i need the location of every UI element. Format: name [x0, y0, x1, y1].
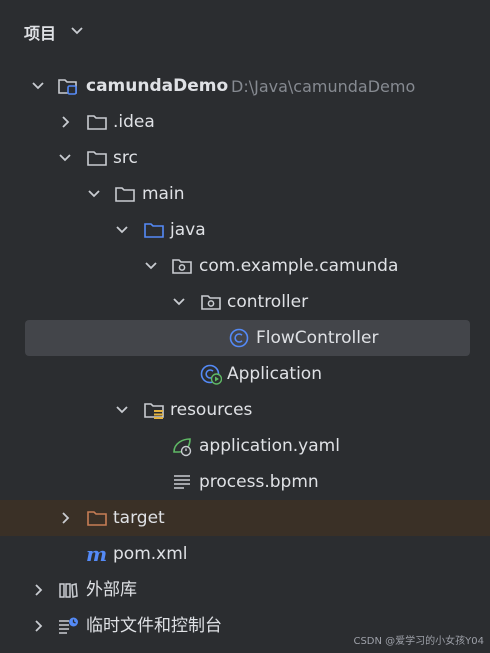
item-label: 外部库 [86, 580, 137, 600]
spring-boot-class-icon [200, 364, 222, 385]
chevron-down-icon[interactable] [115, 223, 129, 237]
maven-icon: m [86, 543, 107, 565]
module-folder-icon [58, 79, 77, 95]
scratches-icon [59, 617, 78, 634]
chevron-down-icon[interactable] [172, 295, 186, 309]
chevron-right-icon[interactable] [58, 115, 72, 129]
tree-item-idea[interactable]: .idea [0, 104, 490, 140]
tree-item-application-yaml[interactable]: application.yaml [0, 428, 490, 464]
chevron-down-icon[interactable] [58, 151, 72, 165]
item-label: application.yaml [199, 436, 340, 456]
java-class-icon [229, 328, 249, 348]
tree-item-controller[interactable]: controller [0, 284, 490, 320]
item-label: Application [227, 364, 322, 384]
item-label: target [113, 508, 165, 528]
item-label: 临时文件和控制台 [86, 616, 222, 636]
tree-item-java[interactable]: java [0, 212, 490, 248]
tree-item-target[interactable]: target [0, 500, 490, 536]
item-label: process.bpmn [199, 472, 319, 492]
tree-item-application[interactable]: Application [0, 356, 490, 392]
item-label: com.example.camunda [199, 256, 399, 276]
chevron-down-icon[interactable] [144, 259, 158, 273]
project-panel-header: 项目 [0, 0, 490, 62]
text-file-icon [174, 475, 190, 489]
item-label: java [170, 220, 206, 240]
watermark: CSDN @爱学习的小女孩Y04 [353, 636, 484, 647]
folder-icon [87, 115, 107, 130]
folder-icon [87, 151, 107, 166]
chevron-down-icon[interactable] [31, 79, 45, 93]
tree-item-process-bpmn[interactable]: process.bpmn [0, 464, 490, 500]
chevron-right-icon[interactable] [31, 619, 45, 633]
tree-item-src[interactable]: src [0, 140, 490, 176]
folder-icon [115, 187, 135, 202]
item-label: resources [170, 400, 253, 420]
svg-text:m: m [86, 543, 107, 565]
resources-folder-icon [144, 403, 164, 419]
item-label: controller [227, 292, 309, 312]
tree-item-pom[interactable]: m pom.xml [0, 536, 490, 572]
item-label: .idea [113, 112, 155, 132]
tree-item-flow-controller[interactable]: FlowController [25, 320, 470, 356]
chevron-down-icon[interactable] [70, 25, 84, 37]
tree-item-package[interactable]: com.example.camunda [0, 248, 490, 284]
item-label: FlowController [256, 328, 379, 348]
item-label: pom.xml [113, 544, 188, 564]
chevron-right-icon[interactable] [31, 583, 45, 597]
package-icon [201, 295, 221, 310]
item-label: main [142, 184, 185, 204]
tree-item-resources[interactable]: resources [0, 392, 490, 428]
package-icon [172, 259, 192, 274]
panel-title[interactable]: 项目 [24, 20, 56, 44]
library-icon [59, 583, 78, 598]
tree-item-main[interactable]: main [0, 176, 490, 212]
root-name: camundaDemo [86, 76, 229, 96]
chevron-down-icon[interactable] [115, 403, 129, 417]
excluded-folder-icon [87, 511, 107, 526]
spring-config-icon [173, 438, 192, 457]
chevron-right-icon[interactable] [58, 511, 72, 525]
item-label: src [113, 148, 138, 168]
tree-item-external-libraries[interactable]: 外部库 [0, 572, 490, 608]
root-path: D:\Java\camundaDemo [231, 77, 416, 96]
source-folder-icon [144, 223, 164, 238]
chevron-down-icon[interactable] [87, 187, 101, 201]
tree-item-root[interactable]: camundaDemo D:\Java\camundaDemo [0, 68, 490, 104]
